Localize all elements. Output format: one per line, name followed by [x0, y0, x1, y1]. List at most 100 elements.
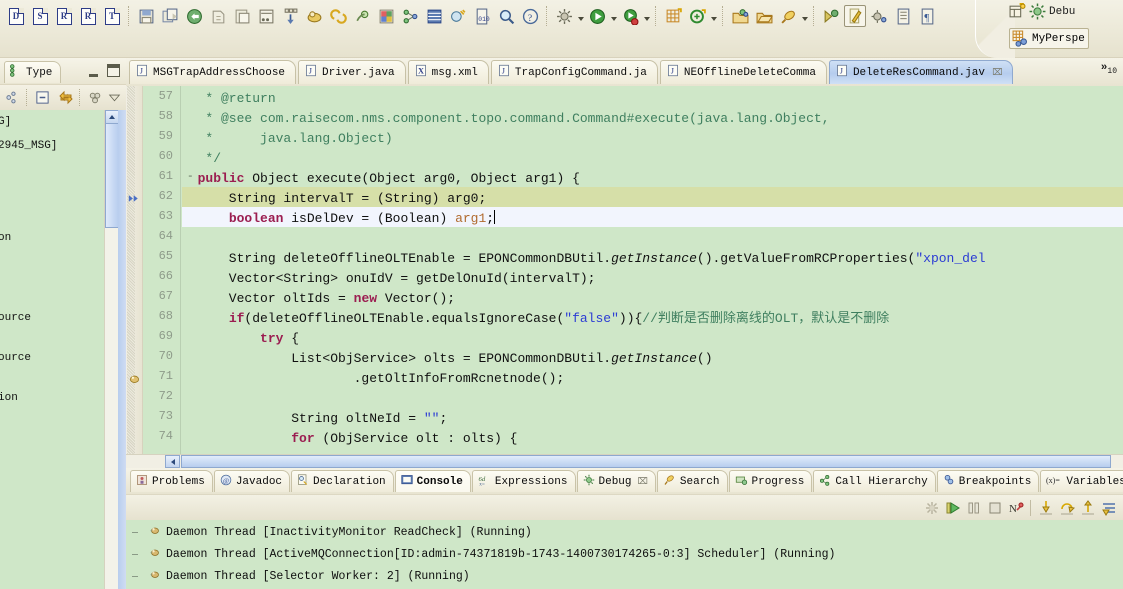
- new-service-icon[interactable]: S: [29, 5, 51, 27]
- show-whitespace-icon[interactable]: ¶: [916, 5, 938, 27]
- bookmark-icon[interactable]: [128, 372, 141, 385]
- code-line[interactable]: String deleteOfflineOLTEnable = EPONComm…: [182, 249, 986, 269]
- terminate-icon[interactable]: [984, 497, 1005, 518]
- bottom-tab-expressions[interactable]: 6d x= Expressions: [471, 470, 576, 492]
- print-icon[interactable]: [207, 5, 229, 27]
- collapse-all-icon[interactable]: [2, 87, 23, 108]
- left-panel-line[interactable]: ource: [0, 312, 31, 324]
- bottom-tab-progress[interactable]: Progress: [728, 470, 813, 492]
- thread-list-item[interactable]: Daemon Thread [Selector Worker: 2] (Runn…: [132, 568, 470, 584]
- new-java-package-icon[interactable]: [662, 5, 684, 27]
- editor-tab-deleterescommand-jav[interactable]: J DeleteResCommand.jav ⌧: [828, 60, 1013, 84]
- open-type-icon[interactable]: [729, 5, 751, 27]
- code-line[interactable]: Vector oltIds = new Vector();: [182, 289, 455, 309]
- refactor-icon[interactable]: [327, 5, 349, 27]
- editor-tab-msgtrapaddresschoose[interactable]: J MSGTrapAddressChoose: [129, 60, 297, 84]
- scroll-left-icon[interactable]: [165, 455, 180, 468]
- perspective-row-myperspective[interactable]: MyPerspe: [1009, 28, 1089, 49]
- panel-divider[interactable]: [118, 110, 126, 589]
- bottom-tab-javadoc[interactable]: @ Javadoc: [213, 470, 291, 492]
- inspect-icon[interactable]: [495, 5, 517, 27]
- maximize-button[interactable]: [107, 64, 120, 77]
- code-line[interactable]: List<ObjService> olts = EPONCommonDBUtil…: [182, 349, 712, 369]
- step-into-icon[interactable]: [1035, 497, 1056, 518]
- next-annotation-icon[interactable]: [820, 5, 842, 27]
- editor-hscrollbar[interactable]: [126, 454, 1123, 468]
- suspend-icon[interactable]: [963, 497, 984, 518]
- code-line[interactable]: * @return: [182, 89, 275, 109]
- code-line[interactable]: if(deleteOfflineOLTEnable.equalsIgnoreCa…: [182, 309, 890, 329]
- left-panel-line[interactable]: ion: [0, 392, 18, 404]
- bottom-tab-problems[interactable]: Problems: [130, 470, 213, 492]
- perspective-row-debug[interactable]: Debu: [1009, 3, 1075, 20]
- editor-tab-msg-xml[interactable]: Xmsg.xml: [407, 60, 489, 84]
- run-external-icon[interactable]: [619, 5, 641, 27]
- search-files-icon[interactable]: [303, 5, 325, 27]
- toggle-block-selection-icon[interactable]: [892, 5, 914, 27]
- editor-marker-bar[interactable]: [126, 86, 143, 454]
- code-line[interactable]: for (ObjService olt : olts) {: [182, 429, 517, 449]
- run-external-dropdown-arrow[interactable]: [642, 6, 651, 26]
- debug-thread-list[interactable]: Daemon Thread [InactivityMonitor ReadChe…: [126, 520, 1123, 589]
- disconnect-icon[interactable]: [921, 497, 942, 518]
- resume-icon[interactable]: [942, 497, 963, 518]
- code-line[interactable]: * java.lang.Object): [182, 129, 392, 149]
- editor-code-content[interactable]: * @return * @see com.raisecom.nms.compon…: [182, 86, 1123, 454]
- export-icon[interactable]: [279, 5, 301, 27]
- editor-tab-neofflinedeletecomma[interactable]: J NEOfflineDeleteComma: [659, 60, 827, 84]
- bottom-tab-debug[interactable]: Debug ⌧: [576, 470, 656, 492]
- code-line[interactable]: String oltNeId = "";: [182, 409, 447, 429]
- palette-icon[interactable]: [375, 5, 397, 27]
- code-line[interactable]: */: [182, 149, 221, 169]
- left-panel-line[interactable]: 2945_MSG]: [0, 140, 57, 152]
- new-java-class-dropdown-arrow[interactable]: [709, 6, 718, 26]
- sidebar-tab-type[interactable]: Type: [4, 61, 62, 83]
- step-over-icon[interactable]: [1056, 497, 1077, 518]
- new-record-icon[interactable]: R: [77, 5, 99, 27]
- thread-list-item[interactable]: Daemon Thread [ActiveMQConnection[ID:adm…: [132, 546, 835, 562]
- hierarchy-icon[interactable]: [399, 5, 421, 27]
- run-dropdown-arrow[interactable]: [609, 6, 618, 26]
- code-line[interactable]: String intervalT = (String) arg0;: [182, 189, 486, 209]
- group-members-icon[interactable]: [85, 87, 106, 108]
- save-icon[interactable]: [135, 5, 157, 27]
- close-tab-icon[interactable]: ⌧: [992, 68, 1002, 78]
- undo-icon[interactable]: [183, 5, 205, 27]
- code-line[interactable]: * @see com.raisecom.nms.component.topo.c…: [182, 109, 829, 129]
- binary-icon[interactable]: 010: [471, 5, 493, 27]
- editor-tab-driver-java[interactable]: J Driver.java: [298, 60, 406, 84]
- editor-tab-overflow[interactable]: »10: [1101, 62, 1117, 76]
- scroll-up-icon[interactable]: [105, 110, 119, 124]
- thread-list-item[interactable]: Daemon Thread [InactivityMonitor ReadChe…: [132, 524, 532, 540]
- edit-highlight-icon[interactable]: [844, 5, 866, 27]
- table-icon[interactable]: [423, 5, 445, 27]
- save-all-icon[interactable]: [159, 5, 181, 27]
- search-dropdown-arrow[interactable]: [800, 6, 809, 26]
- editor-hscroll-thumb[interactable]: [181, 455, 1111, 468]
- bottom-tab-search[interactable]: Search: [656, 470, 728, 492]
- view-menu-icon[interactable]: [107, 90, 122, 105]
- new-java-class-icon[interactable]: [686, 5, 708, 27]
- left-panel-line[interactable]: on: [0, 232, 11, 244]
- step-return-icon[interactable]: [1077, 497, 1098, 518]
- new-debug-icon[interactable]: D: [5, 5, 27, 27]
- bottom-tab-call-hierarchy[interactable]: Call Hierarchy: [813, 470, 936, 492]
- wizard-icon[interactable]: [447, 5, 469, 27]
- code-line[interactable]: .getOltInfoFromRcnetnode();: [182, 369, 565, 389]
- left-panel-vscrollbar[interactable]: [104, 110, 119, 589]
- new-type-icon[interactable]: T: [101, 5, 123, 27]
- build-icon[interactable]: [255, 5, 277, 27]
- run-icon[interactable]: [586, 5, 608, 27]
- code-line[interactable]: try {: [182, 329, 299, 349]
- debug-dropdown-arrow[interactable]: [576, 6, 585, 26]
- left-panel-line[interactable]: G]: [0, 116, 11, 128]
- open-resource-icon[interactable]: [753, 5, 775, 27]
- bottom-tab-declaration[interactable]: Declaration: [291, 470, 394, 492]
- code-line[interactable]: boolean isDelDev = (Boolean) arg1;: [182, 209, 496, 229]
- help-icon[interactable]: ?: [519, 5, 541, 27]
- left-panel-vscroll-thumb[interactable]: [105, 110, 119, 228]
- link-with-editor-icon[interactable]: [55, 87, 76, 108]
- link-icon[interactable]: [351, 5, 373, 27]
- left-panel-line[interactable]: ource: [0, 352, 31, 364]
- code-line[interactable]: Vector<String> onuIdV = getDelOnuId(inte…: [182, 269, 596, 289]
